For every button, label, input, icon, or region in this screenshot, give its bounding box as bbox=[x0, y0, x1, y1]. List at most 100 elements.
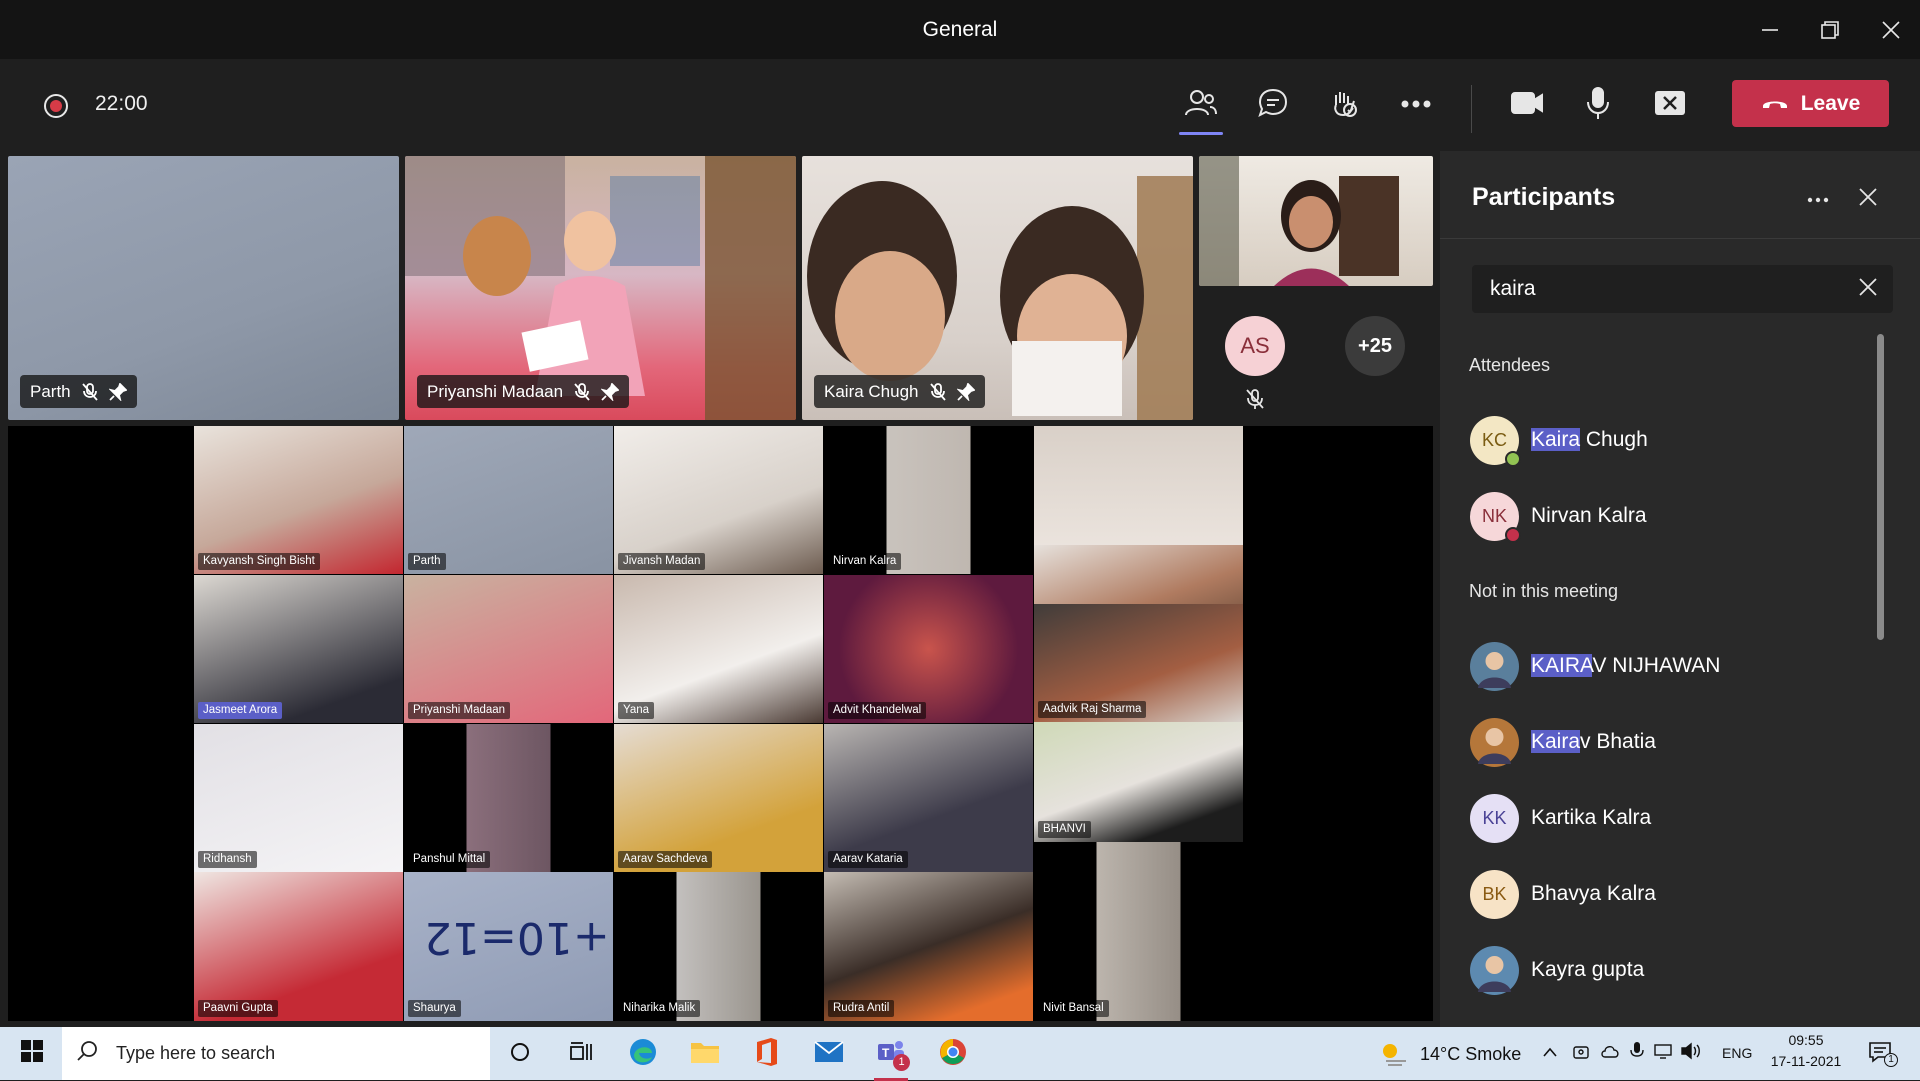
participant-row[interactable]: KAIRAV NIJHAWAN bbox=[1470, 636, 1870, 696]
gallery-tile: Ridhansh bbox=[194, 724, 403, 872]
panel-more-button[interactable] bbox=[1798, 179, 1838, 219]
window-title: General bbox=[922, 18, 998, 41]
office-icon bbox=[755, 1037, 779, 1072]
teams-taskbar-button[interactable]: T 1 bbox=[866, 1033, 916, 1081]
stop-share-button[interactable] bbox=[1646, 81, 1694, 129]
panel-scrollbar[interactable] bbox=[1877, 334, 1884, 640]
gallery-tile: Jivansh Madan bbox=[614, 426, 823, 574]
taskbar-search[interactable]: Type here to search bbox=[62, 1027, 490, 1080]
gallery-grid: Kavyansh Singh Bisht Parth Jivansh Madan Ni… bbox=[194, 426, 1246, 1021]
task-view-icon bbox=[569, 1041, 593, 1068]
more-icon bbox=[1807, 190, 1829, 208]
panel-close-button[interactable] bbox=[1848, 179, 1888, 219]
file-explorer-button[interactable] bbox=[680, 1033, 730, 1075]
chat-button[interactable] bbox=[1249, 81, 1297, 129]
search-match-highlight: Kaira bbox=[1531, 428, 1581, 451]
participant-row[interactable]: KK Kartika Kalra bbox=[1470, 788, 1870, 848]
tile-name: Priyanshi Madaan bbox=[427, 381, 564, 401]
language-indicator[interactable]: ENG bbox=[1722, 1045, 1752, 1061]
gallery-tile-name: Jasmeet Arora bbox=[198, 702, 283, 719]
clear-search-button[interactable] bbox=[1853, 274, 1883, 304]
gallery-tile-name: Jivansh Madan bbox=[618, 553, 706, 570]
svg-text:T: T bbox=[882, 1046, 890, 1060]
gallery-tile: BHANVI bbox=[1034, 722, 1243, 842]
clock-time[interactable]: 09:55 bbox=[1775, 1032, 1837, 1048]
volume-icon[interactable] bbox=[1680, 1042, 1702, 1065]
gallery-tile: Shaurya 2+10=12 bbox=[404, 872, 613, 1021]
gallery-tile: Nivit Bansal bbox=[1034, 842, 1243, 1021]
participant-name: Kartika Kalra bbox=[1531, 806, 1651, 830]
chrome-taskbar-button[interactable] bbox=[928, 1033, 978, 1075]
edge-taskbar-button[interactable] bbox=[618, 1033, 668, 1075]
leave-button[interactable]: Leave bbox=[1732, 80, 1889, 127]
participant-row[interactable]: Kayra gupta bbox=[1470, 940, 1870, 1000]
search-match-highlight: Kaira bbox=[1531, 730, 1581, 753]
network-icon[interactable] bbox=[1654, 1043, 1672, 1064]
gallery-tile: Niharika Malik bbox=[614, 872, 823, 1021]
office-button[interactable] bbox=[742, 1033, 792, 1075]
gallery-tile-name: Advit Khandelwal bbox=[828, 702, 927, 719]
video-tile-priyanshi[interactable]: Priyanshi Madaan bbox=[405, 156, 796, 420]
gallery-tile: Advit Khandelwal bbox=[824, 575, 1033, 723]
hand-icon bbox=[1328, 87, 1360, 124]
pin-icon bbox=[956, 382, 975, 401]
mail-button[interactable] bbox=[804, 1033, 854, 1075]
avatar: KC bbox=[1470, 415, 1521, 467]
participants-toggle-button[interactable] bbox=[1177, 81, 1225, 135]
microphone-button[interactable] bbox=[1574, 81, 1622, 129]
avatar-initials: BK bbox=[1482, 883, 1507, 904]
participant-row[interactable]: KC Kaira Chugh bbox=[1470, 410, 1870, 470]
gallery-tile: Priyanshi Madaan bbox=[404, 575, 613, 723]
meeting-tray-icon[interactable] bbox=[1572, 1043, 1590, 1066]
leave-label: Leave bbox=[1800, 91, 1861, 115]
presence-status-icon bbox=[1505, 526, 1521, 543]
notifications-button[interactable]: 1 bbox=[1868, 1041, 1898, 1068]
participant-row[interactable]: Kairav Bhatia bbox=[1470, 712, 1870, 772]
close-icon bbox=[1859, 277, 1877, 301]
mic-tray-icon[interactable] bbox=[1630, 1041, 1644, 1066]
gallery-tile: Yana bbox=[614, 575, 823, 723]
participants-panel: Participants Attendees KC Kaira Chugh NK Ni… bbox=[1440, 151, 1920, 1027]
teams-badge: 1 bbox=[893, 1054, 910, 1071]
avatar bbox=[1470, 641, 1519, 691]
stop-share-icon bbox=[1654, 90, 1686, 121]
gallery-tile-name: Aarav Sachdeva bbox=[618, 851, 713, 868]
camera-button[interactable] bbox=[1503, 81, 1551, 129]
window-title-bar: General bbox=[0, 0, 1920, 59]
gallery-tile-name: Paavni Gupta bbox=[198, 1000, 278, 1017]
clock-date[interactable]: 17-11-2021 bbox=[1766, 1053, 1846, 1069]
microphone-icon bbox=[1585, 86, 1611, 125]
avatar: KK bbox=[1470, 793, 1519, 843]
video-tile-parth[interactable]: Parth bbox=[8, 156, 399, 420]
video-tile-kaira[interactable]: Kaira Chugh bbox=[802, 156, 1193, 420]
chevron-up-icon[interactable] bbox=[1542, 1045, 1558, 1064]
raise-hand-button[interactable] bbox=[1320, 81, 1368, 129]
windows-taskbar: Type here to search T 1 14°C Smoke ENG 0… bbox=[0, 1027, 1920, 1081]
phone-hangup-icon bbox=[1761, 92, 1789, 116]
tile-name-chip: Parth bbox=[20, 375, 137, 408]
participant-search-input[interactable] bbox=[1490, 265, 1820, 313]
tile-name: Parth bbox=[30, 381, 71, 401]
participant-row[interactable]: BK Bhavya Kalra bbox=[1470, 864, 1870, 924]
more-icon bbox=[1401, 96, 1431, 114]
participant-row[interactable]: NK Nirvan Kalra bbox=[1470, 486, 1870, 546]
start-button[interactable] bbox=[8, 1027, 56, 1080]
whiteboard-text: 2+10=12 bbox=[424, 912, 613, 963]
self-view-tile[interactable] bbox=[1199, 156, 1433, 286]
overflow-more-button[interactable]: +25 bbox=[1345, 316, 1405, 376]
participant-name-rest: Nirvan Kalra bbox=[1531, 504, 1647, 527]
more-actions-button[interactable] bbox=[1392, 81, 1440, 129]
avatar: NK bbox=[1470, 491, 1521, 543]
weather-icon bbox=[1380, 1041, 1408, 1072]
pin-icon bbox=[108, 382, 127, 401]
task-view-button[interactable] bbox=[556, 1033, 606, 1075]
gallery-tile-name: Aarav Kataria bbox=[828, 851, 908, 868]
overflow-avatar[interactable]: AS bbox=[1225, 316, 1285, 376]
weather-text[interactable]: 14°C Smoke bbox=[1420, 1044, 1521, 1065]
cloud-icon[interactable] bbox=[1600, 1043, 1620, 1064]
cortana-button[interactable] bbox=[495, 1033, 545, 1075]
video-frame-art bbox=[1199, 156, 1399, 286]
close-window-button[interactable] bbox=[1855, 0, 1920, 59]
gallery-tile: Panshul Mittal bbox=[404, 724, 613, 872]
participant-name: Nirvan Kalra bbox=[1531, 504, 1647, 528]
